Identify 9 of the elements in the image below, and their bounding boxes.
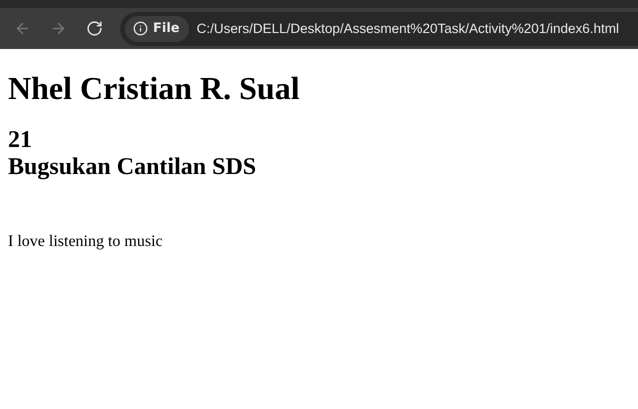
url-text: C:/Users/DELL/Desktop/Assesment%20Task/Activity%201/index6.html (196, 21, 620, 36)
subheading-line: Bugsukan Cantilan SDS (8, 154, 256, 181)
subheading-line: 21 (8, 127, 32, 154)
paragraph: I love listening to music (8, 233, 164, 251)
address-bar[interactable]: File C:/Users/DELL/Desktop/Assesment%20Task/Activity%201/index6.html (120, 12, 638, 46)
info-icon (133, 21, 148, 36)
page-heading: Nhel Cristian R. Sual (8, 70, 301, 107)
site-info-chip[interactable]: File (125, 16, 189, 42)
reload-icon (86, 20, 102, 37)
